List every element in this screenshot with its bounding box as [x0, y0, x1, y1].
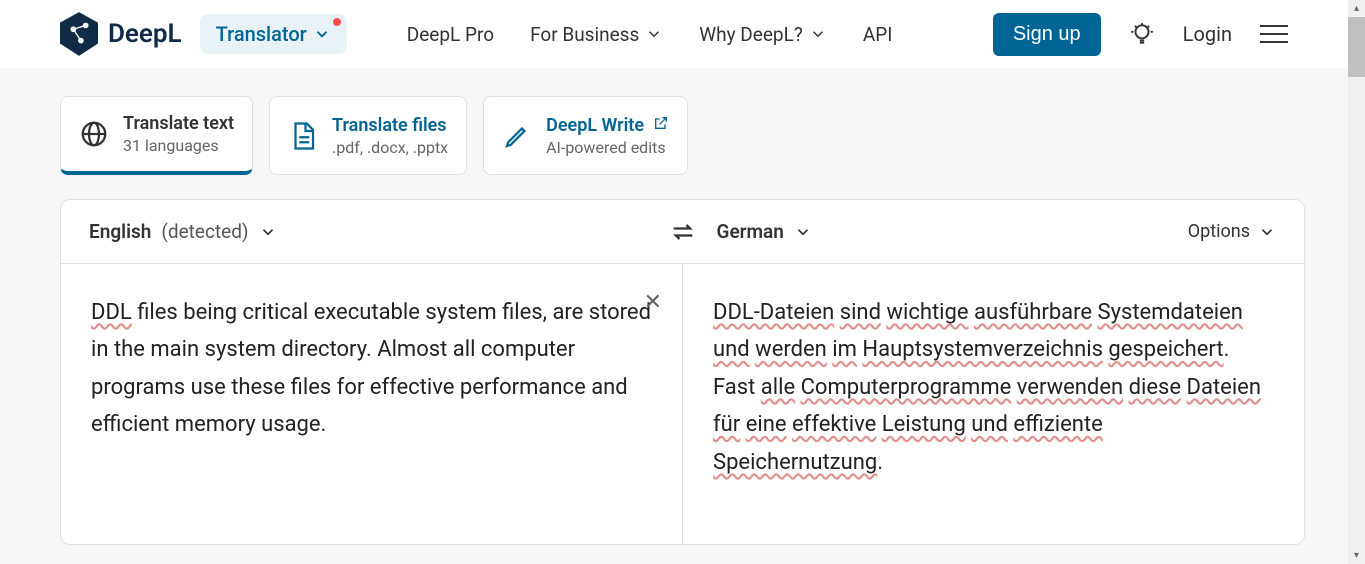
source-language-selector[interactable]: English (detected) — [61, 220, 677, 243]
swap-icon — [669, 218, 697, 246]
tw: alle — [761, 375, 795, 400]
scroll-up-icon[interactable]: ▴ — [1348, 0, 1365, 17]
chevron-down-icon — [645, 25, 663, 43]
chevron-down-icon — [794, 223, 812, 241]
tw: und — [971, 412, 1008, 437]
tab-write-title: DeepL Write — [546, 115, 668, 136]
tw: Computerprogramme — [801, 375, 1012, 400]
tw: Hauptsystemverzeichnis — [862, 337, 1103, 362]
notification-dot-icon — [333, 18, 341, 26]
chevron-down-icon — [313, 25, 331, 43]
logo[interactable]: DeepL — [60, 12, 182, 56]
scroll-down-icon[interactable]: ▾ — [1348, 547, 1365, 564]
hamburger-line-icon — [1260, 33, 1288, 35]
chevron-down-icon — [1258, 223, 1276, 241]
mode-tabs: Translate text 31 languages Translate fi… — [0, 68, 1365, 175]
tw: effiziente — [1013, 412, 1102, 437]
target-lang-name: German — [717, 220, 784, 243]
clear-text-button[interactable]: ✕ — [644, 284, 662, 321]
menu-button[interactable] — [1260, 25, 1288, 43]
language-bar: English (detected) German Options — [61, 200, 1304, 264]
tw: DDL-Dateien — [713, 300, 834, 325]
nav-api[interactable]: API — [863, 23, 893, 46]
brand-name: DeepL — [108, 19, 182, 49]
main-nav: DeepL Pro For Business Why DeepL? API — [407, 23, 893, 46]
tw: im — [832, 337, 857, 362]
tw: für — [713, 412, 740, 437]
translator-dropdown[interactable]: Translator — [200, 14, 347, 54]
deepl-logo-icon — [60, 12, 98, 56]
nav-pro[interactable]: DeepL Pro — [407, 23, 494, 46]
target-language-selector[interactable]: German Options — [677, 220, 1305, 243]
tw: effektive — [792, 412, 876, 437]
tab-files-title: Translate files — [332, 115, 448, 136]
tw: Dateien — [1187, 375, 1261, 400]
nav-why[interactable]: Why DeepL? — [699, 23, 827, 46]
tw: Leistung — [882, 412, 966, 437]
source-rest: files being critical executable system f… — [91, 300, 651, 437]
tab-text-sub: 31 languages — [123, 136, 234, 155]
vertical-scrollbar[interactable]: ▴ ▾ — [1348, 0, 1365, 564]
tw: gespeichert — [1108, 337, 1223, 362]
tw: Systemdateien — [1098, 300, 1243, 325]
tw: Speichernutzung — [713, 450, 877, 475]
source-lang-name: English — [89, 220, 151, 243]
translator-label: Translator — [216, 22, 307, 46]
translation-panes: ✕ DDL files being critical executable sy… — [61, 264, 1304, 544]
header-right: Sign up Login — [993, 13, 1288, 56]
target-text-area[interactable]: DDL-Dateien sind wichtige ausführbare Sy… — [683, 264, 1304, 544]
tw: wichtige — [886, 300, 968, 325]
hamburger-line-icon — [1260, 25, 1288, 27]
options-button[interactable]: Options — [1188, 221, 1304, 242]
source-text-area[interactable]: ✕ DDL files being critical executable sy… — [61, 264, 683, 544]
document-icon — [288, 121, 318, 151]
source-word: DDL — [91, 300, 132, 325]
tab-files-sub: .pdf, .docx, .pptx — [332, 138, 448, 157]
tw: sind — [840, 300, 881, 325]
tw: verwenden — [1017, 375, 1123, 400]
pencil-icon — [502, 121, 532, 151]
signup-button[interactable]: Sign up — [993, 13, 1101, 56]
scrollbar-thumb[interactable] — [1348, 17, 1365, 77]
nav-business[interactable]: For Business — [530, 23, 663, 46]
chevron-down-icon — [259, 223, 277, 241]
tw: und — [713, 337, 750, 362]
tw: eine — [746, 412, 787, 437]
tw: werden — [755, 337, 827, 362]
tab-translate-files[interactable]: Translate files .pdf, .docx, .pptx — [269, 96, 467, 175]
tab-translate-text[interactable]: Translate text 31 languages — [60, 96, 253, 175]
tw: ausführbare — [974, 300, 1092, 325]
swap-languages-button[interactable] — [666, 215, 700, 249]
tp: . — [877, 450, 883, 475]
globe-icon — [79, 119, 109, 149]
external-link-icon — [653, 115, 669, 131]
lightbulb-icon[interactable] — [1129, 21, 1155, 47]
tw: diese — [1129, 375, 1181, 400]
header: DeepL Translator DeepL Pro For Business … — [0, 0, 1348, 68]
chevron-down-icon — [809, 25, 827, 43]
hamburger-line-icon — [1260, 41, 1288, 43]
tab-deepl-write[interactable]: DeepL Write AI-powered edits — [483, 96, 687, 175]
login-link[interactable]: Login — [1183, 22, 1232, 46]
tab-text-title: Translate text — [123, 113, 234, 134]
source-lang-detected: (detected) — [161, 220, 248, 243]
tab-write-sub: AI-powered edits — [546, 138, 668, 157]
translator-panel: English (detected) German Options ✕ DDL … — [60, 199, 1305, 545]
